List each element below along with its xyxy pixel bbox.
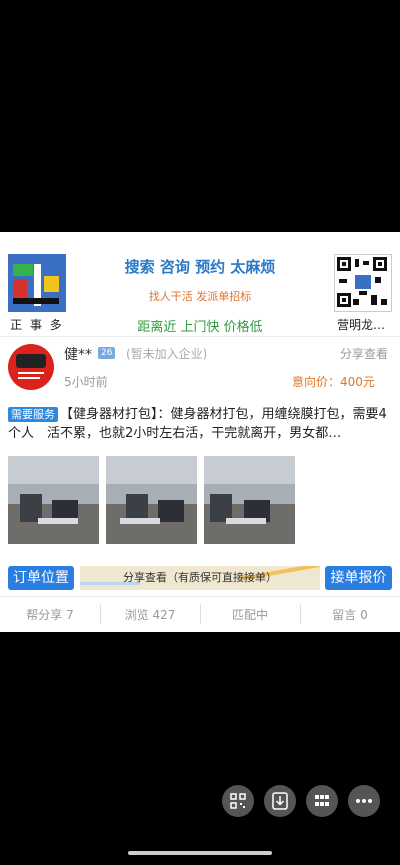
intended-price: 意向价：400元 xyxy=(292,375,375,389)
user-name[interactable]: 健** xyxy=(64,344,92,364)
map-hint: 分享查看（有质保可直接接单） xyxy=(123,571,277,584)
brand-logo xyxy=(8,254,66,312)
brand-caption: 正 事 多 xyxy=(10,318,64,332)
download-icon[interactable] xyxy=(264,785,296,817)
job-photo[interactable] xyxy=(106,456,197,544)
divider xyxy=(0,596,400,597)
description-text: 【健身器材打包】：健身器材打包，用缠绕膜打包，需要4个人 活不累，也就2小时左右… xyxy=(8,407,387,441)
order-location-button[interactable]: 订单位置 xyxy=(8,566,74,590)
avatar[interactable] xyxy=(8,344,54,390)
job-card: 正 事 多 搜索 咨询 预约 太麻烦 找人干活 发派单招标 距离近 上门快 价格… xyxy=(0,232,400,632)
map-preview[interactable]: 分享查看（有质保可直接接单） xyxy=(80,566,320,590)
grid-icon[interactable] xyxy=(306,785,338,817)
qr-code-icon[interactable] xyxy=(222,785,254,817)
view-count: 浏览 427 xyxy=(124,608,176,622)
header-features: 距离近 上门快 价格低 xyxy=(137,320,263,335)
company-status: (暂未加入企业) xyxy=(126,347,208,361)
job-photo[interactable] xyxy=(204,456,295,544)
home-indicator[interactable] xyxy=(128,851,272,855)
post-time: 5小时前 xyxy=(64,375,108,389)
job-photo[interactable] xyxy=(8,456,99,544)
divider xyxy=(0,336,400,337)
user-badge: 26 xyxy=(98,347,116,359)
header-title: 搜索 咨询 预约 太麻烦 xyxy=(124,258,276,276)
share-view-link[interactable]: 分享查看 xyxy=(340,345,388,362)
share-count[interactable]: 帮分享 7 xyxy=(0,606,100,623)
qr-code-image[interactable] xyxy=(334,254,392,312)
header-subtitle: 找人干活 发派单招标 xyxy=(148,290,252,303)
more-icon[interactable] xyxy=(348,785,380,817)
qr-caption: 营明龙… xyxy=(336,318,385,332)
service-tag: 需要服务 xyxy=(8,407,58,422)
match-status: 匹配中 xyxy=(231,608,268,622)
quote-button[interactable]: 接单报价 xyxy=(325,566,392,590)
job-description[interactable]: 需要服务 【健身器材打包】：健身器材打包，用缠绕膜打包，需要4个人 活不累，也就2… xyxy=(8,405,394,443)
comment-count[interactable]: 留言 0 xyxy=(300,606,400,623)
